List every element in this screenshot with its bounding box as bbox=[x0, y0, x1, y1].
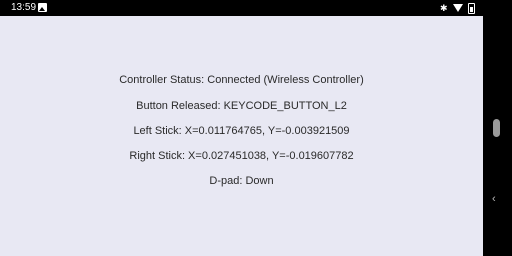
navigation-bar: ‹ bbox=[483, 0, 512, 256]
bluetooth-icon: ✱ bbox=[440, 3, 448, 13]
nav-handle-icon[interactable] bbox=[493, 119, 500, 137]
status-time: 13:59 bbox=[11, 2, 37, 13]
controller-info-panel: Controller Status: Connected (Wireless C… bbox=[0, 16, 483, 256]
button-event-text: Button Released: KEYCODE_BUTTON_L2 bbox=[136, 100, 347, 112]
wifi-icon bbox=[453, 4, 463, 12]
battery-icon bbox=[468, 3, 475, 14]
image-notification-icon bbox=[38, 3, 47, 12]
dpad-text: D-pad: Down bbox=[209, 175, 274, 187]
left-stick-text: Left Stick: X=0.011764765, Y=-0.00392150… bbox=[133, 125, 350, 137]
status-bar: 13:59 ✱ bbox=[0, 0, 483, 16]
back-icon[interactable]: ‹ bbox=[492, 192, 496, 206]
controller-status-text: Controller Status: Connected (Wireless C… bbox=[119, 74, 364, 86]
right-stick-text: Right Stick: X=0.027451038, Y=-0.0196077… bbox=[129, 150, 354, 162]
